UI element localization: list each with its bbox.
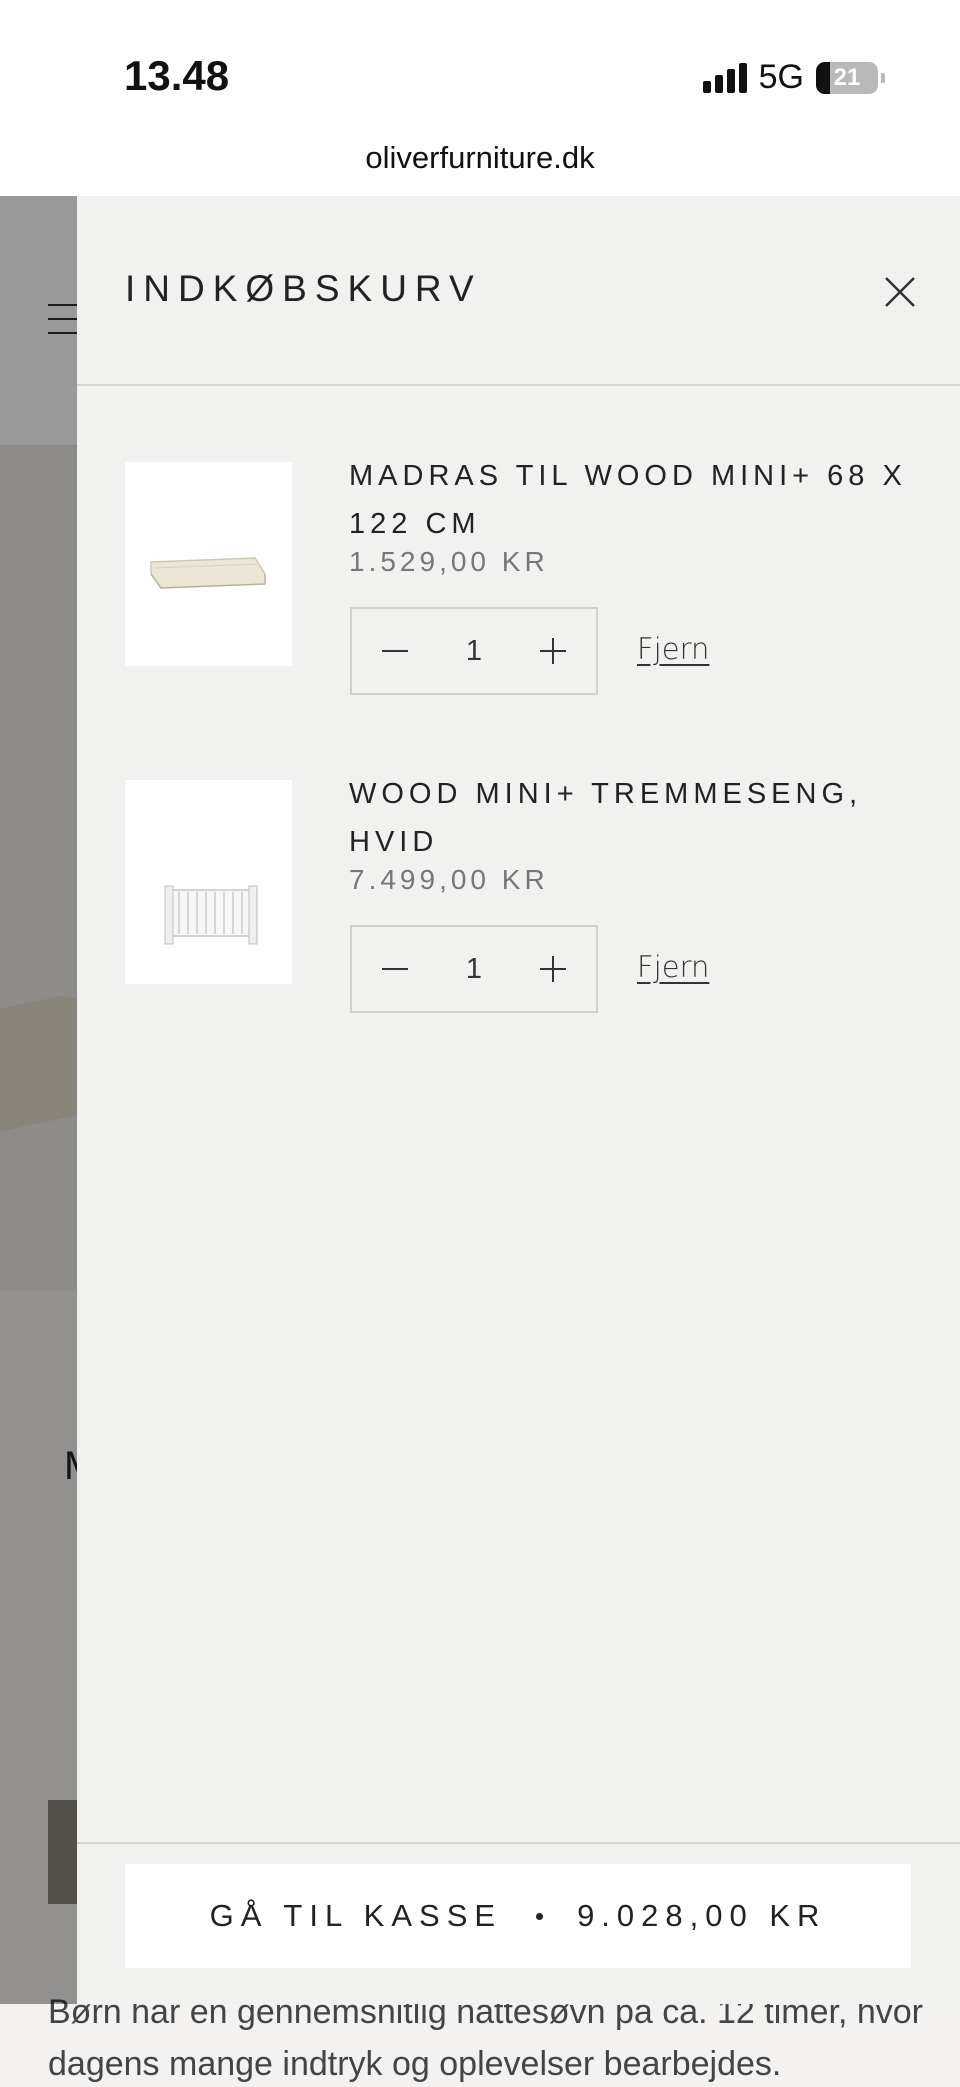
url-bar[interactable]: oliverfurniture.dk bbox=[0, 140, 960, 176]
quantity-value[interactable]: 1 bbox=[466, 635, 482, 668]
status-indicators: 5G 21 bbox=[702, 58, 885, 97]
quantity-value[interactable]: 1 bbox=[466, 953, 482, 986]
checkout-label: GÅ TIL KASSE bbox=[209, 1898, 503, 1933]
cart-header: INDKØBSKURV bbox=[77, 196, 960, 386]
item-price: 7.499,00 KR bbox=[349, 864, 549, 895]
checkout-button[interactable]: GÅ TIL KASSE 9.028,00 KR bbox=[125, 1864, 911, 1968]
quantity-stepper: 1 bbox=[350, 607, 598, 695]
crib-image[interactable] bbox=[125, 780, 292, 984]
mattress-image[interactable] bbox=[125, 462, 292, 666]
remove-link[interactable]: Fjern bbox=[637, 632, 709, 666]
item-name[interactable]: MADRAS TIL WOOD MINI+ 68 X 122 CM bbox=[349, 452, 929, 548]
signal-icon bbox=[702, 62, 747, 93]
cart-drawer: INDKØBSKURV MADRAS TIL WOOD MINI+ 68 X 1… bbox=[77, 196, 960, 2004]
close-icon bbox=[885, 277, 915, 307]
status-time: 13.48 bbox=[124, 52, 230, 99]
decrease-button[interactable] bbox=[380, 636, 410, 666]
battery-icon: 21 bbox=[816, 61, 885, 94]
remove-link[interactable]: Fjern bbox=[637, 950, 709, 984]
separator-dot bbox=[536, 1912, 544, 1920]
increase-button[interactable] bbox=[538, 636, 568, 666]
quantity-stepper: 1 bbox=[350, 925, 598, 1013]
item-price: 1.529,00 KR bbox=[349, 546, 549, 577]
decrease-button[interactable] bbox=[380, 954, 410, 984]
cart-title: INDKØBSKURV bbox=[125, 268, 482, 309]
battery-level: 21 bbox=[833, 63, 861, 91]
cart-footer: GÅ TIL KASSE 9.028,00 KR bbox=[77, 1842, 960, 2004]
status-bar: 13.48 5G 21 bbox=[0, 0, 960, 130]
item-name[interactable]: WOOD MINI+ TREMMESENG, HVID bbox=[349, 770, 929, 866]
checkout-total: 9.028,00 KR bbox=[577, 1898, 827, 1933]
network-type: 5G bbox=[758, 58, 804, 96]
increase-button[interactable] bbox=[538, 954, 568, 984]
close-button[interactable] bbox=[880, 272, 920, 312]
